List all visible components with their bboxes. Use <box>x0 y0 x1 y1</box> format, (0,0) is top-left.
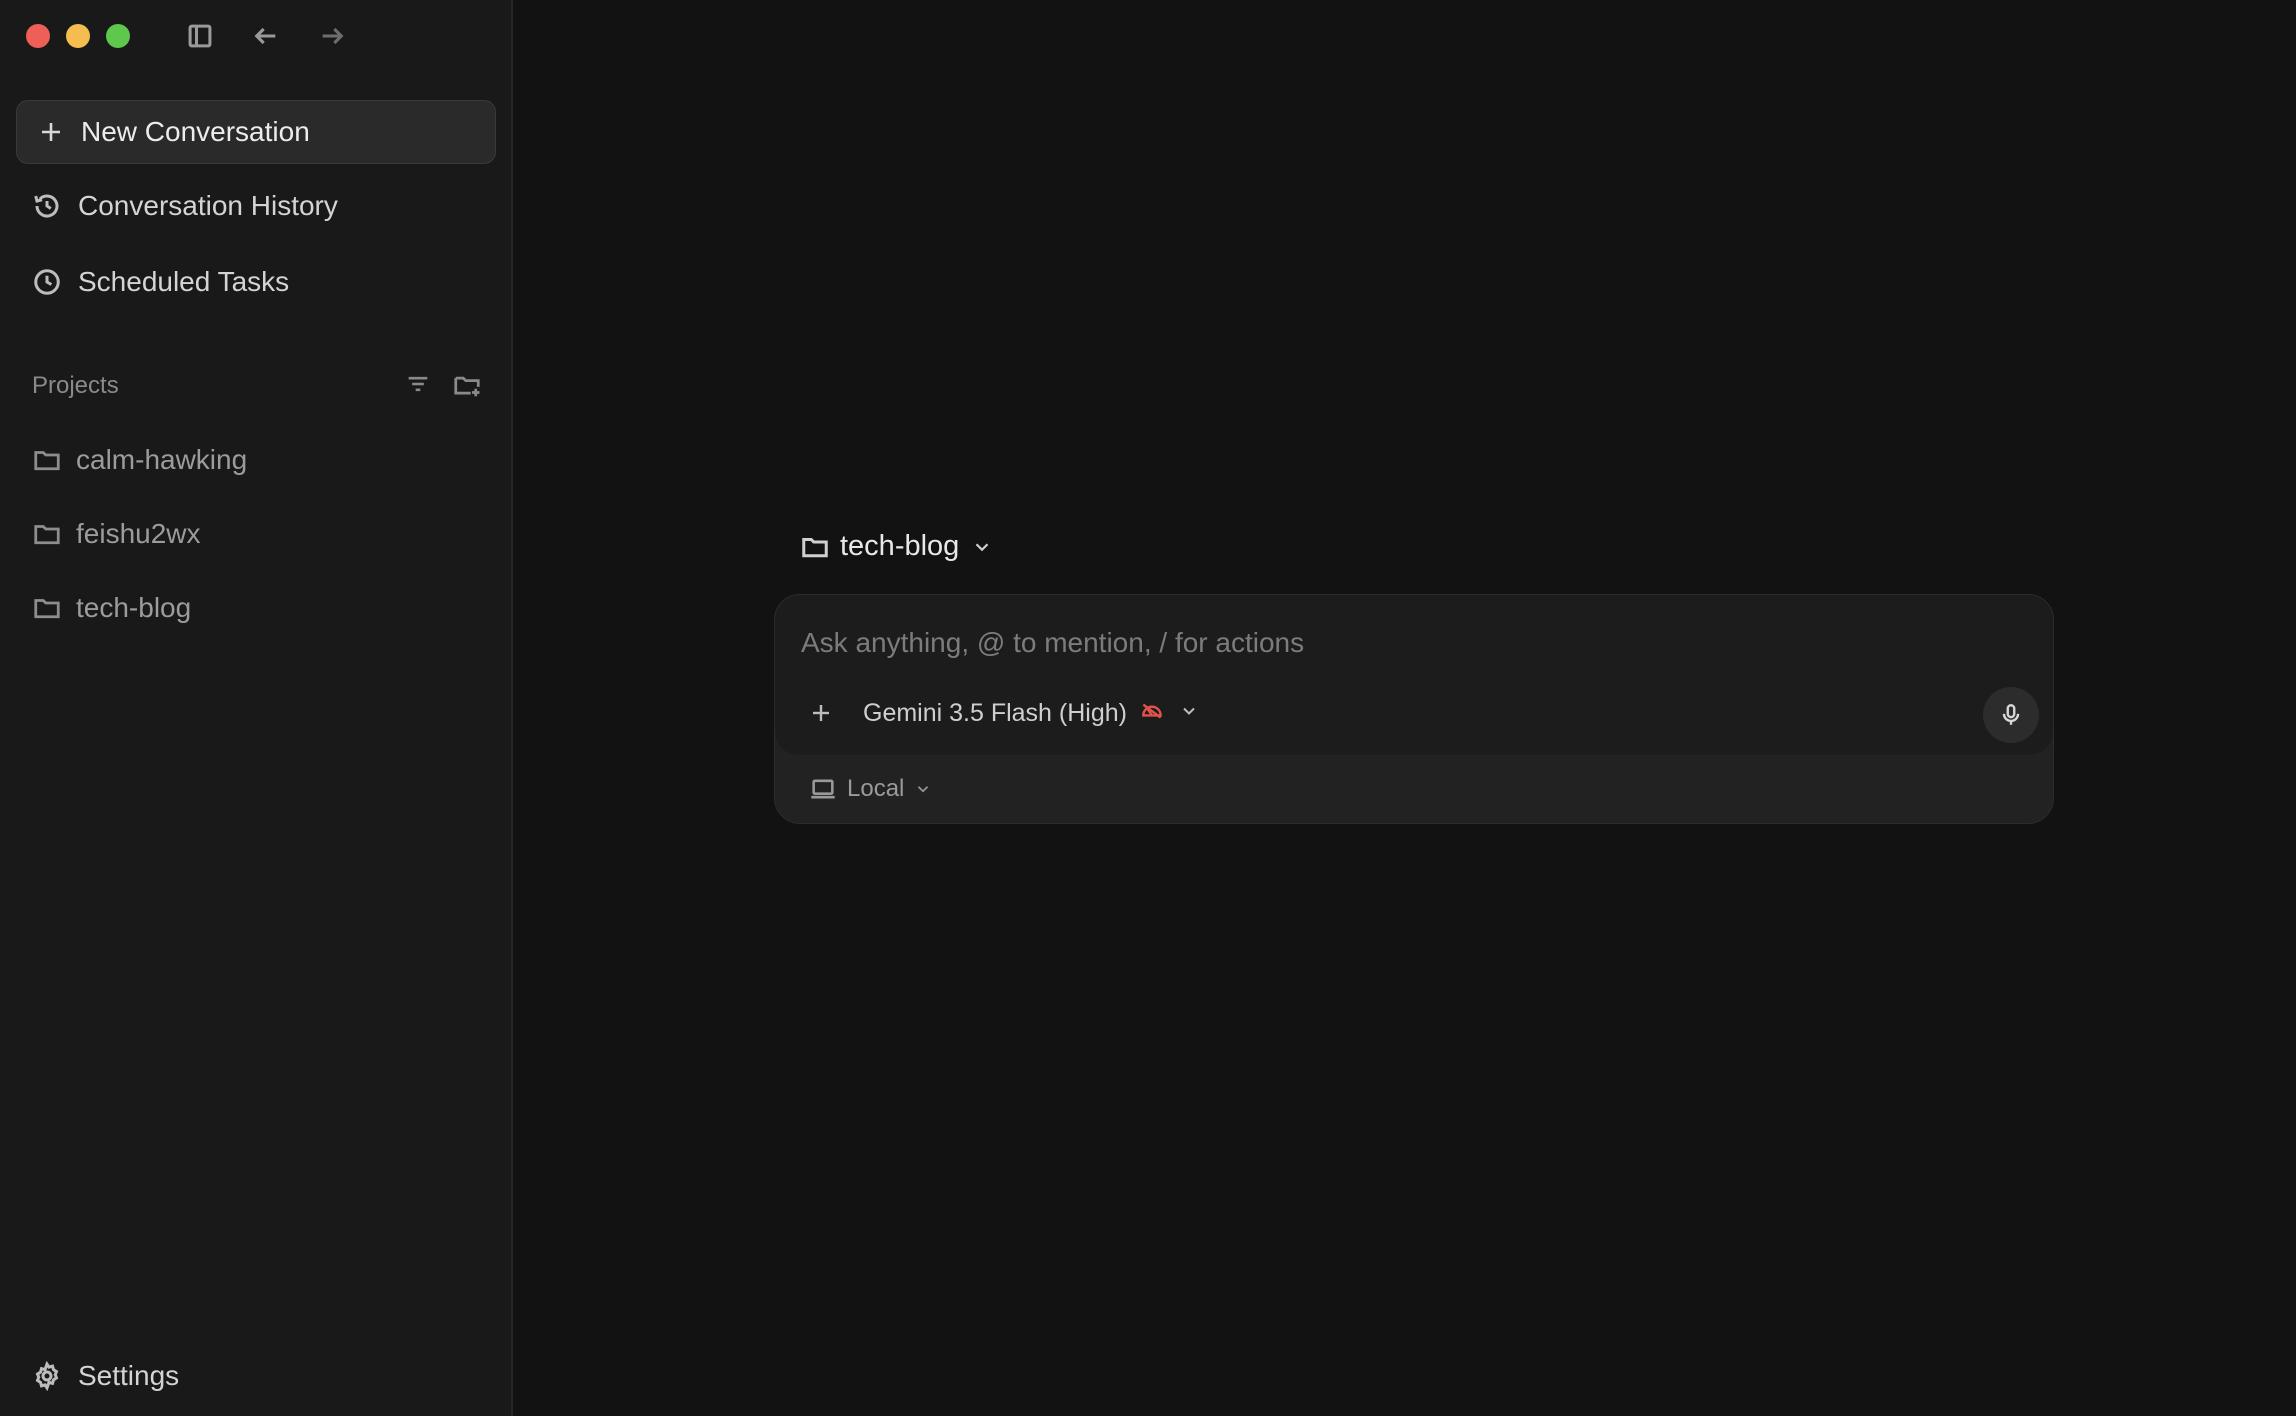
plus-icon <box>813 705 829 721</box>
laptop-icon <box>811 779 835 799</box>
project-item[interactable]: calm-hawking <box>32 444 247 476</box>
back-button[interactable] <box>248 18 284 54</box>
settings-button[interactable]: Settings <box>32 1360 179 1392</box>
nav-scheduled-tasks[interactable]: Scheduled Tasks <box>32 266 289 298</box>
chevron-down-icon <box>976 542 989 551</box>
sidebar: New Conversation Conversation History Sc… <box>0 0 513 1416</box>
add-attachment-button[interactable] <box>803 695 839 731</box>
new-conversation-label: New Conversation <box>81 116 310 147</box>
project-name: calm-hawking <box>76 444 248 475</box>
projects-section-title: Projects <box>32 372 119 399</box>
mic-icon <box>2002 704 2020 725</box>
composer: Gemini 3.5 Flash (High) <box>774 594 2054 824</box>
gear-icon <box>35 1361 59 1391</box>
new-conversation-button[interactable]: New Conversation <box>16 100 496 164</box>
model-label: Gemini 3.5 Flash (High) <box>863 698 1127 727</box>
minimize-window-button[interactable] <box>66 24 90 48</box>
voice-input-button[interactable] <box>1983 687 2039 743</box>
project-name: tech-blog <box>76 592 192 623</box>
nav-scheduled-label: Scheduled Tasks <box>78 266 290 297</box>
project-item[interactable]: feishu2wx <box>32 518 201 550</box>
settings-label: Settings <box>78 1360 180 1391</box>
folder-icon <box>34 451 60 471</box>
gauge-icon <box>1142 703 1162 719</box>
nav-conversation-history[interactable]: Conversation History <box>32 190 338 222</box>
composer-input-area: Gemini 3.5 Flash (High) <box>775 595 2053 755</box>
sidebar-toggle-button[interactable] <box>182 18 218 54</box>
model-selector[interactable]: Gemini 3.5 Flash (High) <box>863 695 1199 731</box>
arrow-left-icon <box>254 27 276 45</box>
plus-icon <box>42 123 60 141</box>
history-icon <box>34 194 59 218</box>
folder-plus-icon[interactable] <box>452 370 482 400</box>
folder-icon <box>34 525 60 545</box>
project-name: feishu2wx <box>76 518 201 549</box>
clock-icon <box>34 269 60 295</box>
chevron-down-icon <box>1183 707 1195 715</box>
window-controls <box>26 24 130 48</box>
sidebar-toggle-icon <box>188 24 212 48</box>
toolbar <box>182 18 350 54</box>
folder-icon <box>802 537 828 557</box>
forward-button[interactable] <box>314 18 350 54</box>
project-selector[interactable]: tech-blog <box>800 530 993 563</box>
nav-history-label: Conversation History <box>78 190 338 221</box>
prompt-input[interactable] <box>799 623 1979 663</box>
maximize-window-button[interactable] <box>106 24 130 48</box>
app-window: New Conversation Conversation History Sc… <box>0 0 2296 1416</box>
folder-icon <box>34 599 60 619</box>
current-project-name: tech-blog <box>840 530 960 562</box>
environment-label: Local <box>847 775 905 802</box>
close-window-button[interactable] <box>26 24 50 48</box>
filter-icon[interactable] <box>404 370 432 398</box>
environment-selector[interactable]: Local <box>809 773 932 805</box>
projects-toolbar <box>404 370 482 400</box>
project-item[interactable]: tech-blog <box>32 592 191 624</box>
chevron-down-icon <box>918 786 929 793</box>
arrow-right-icon <box>322 27 344 45</box>
